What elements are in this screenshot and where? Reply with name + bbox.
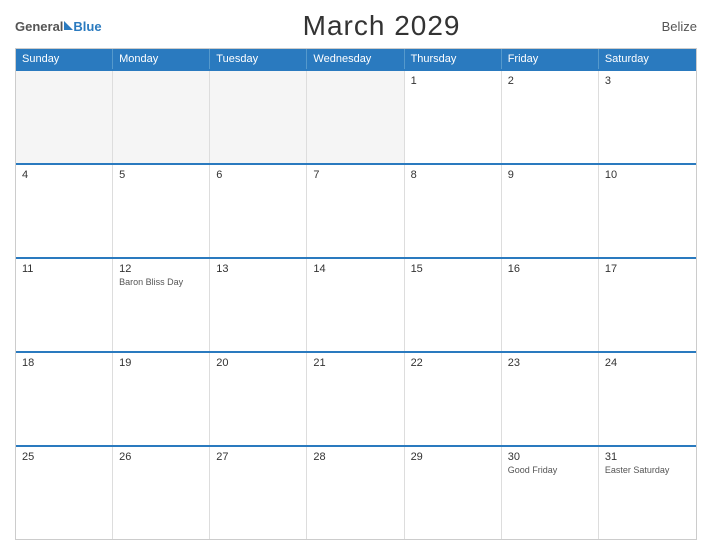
day-cell: 22 (405, 353, 502, 445)
logo-triangle-icon (64, 21, 73, 30)
day-number: 9 (508, 169, 592, 181)
day-cell: 16 (502, 259, 599, 351)
logo: General Blue (15, 17, 102, 35)
day-cell (16, 71, 113, 163)
day-number: 15 (411, 263, 495, 275)
day-headers-row: SundayMondayTuesdayWednesdayThursdayFrid… (16, 49, 696, 69)
day-number: 22 (411, 357, 495, 369)
calendar-grid: SundayMondayTuesdayWednesdayThursdayFrid… (15, 48, 697, 540)
day-header-monday: Monday (113, 49, 210, 69)
day-number: 8 (411, 169, 495, 181)
day-cell (307, 71, 404, 163)
day-cell: 14 (307, 259, 404, 351)
day-header-wednesday: Wednesday (307, 49, 404, 69)
day-number: 3 (605, 75, 690, 87)
week-row-5: 25 26 27 28 29 30 Good Friday 31 Easter Saturday (16, 445, 696, 539)
day-number: 24 (605, 357, 690, 369)
holiday-label: Baron Bliss Day (119, 277, 203, 289)
day-header-sunday: Sunday (16, 49, 113, 69)
day-cell: 29 (405, 447, 502, 539)
day-cell: 1 (405, 71, 502, 163)
day-number: 29 (411, 451, 495, 463)
day-cell: 23 (502, 353, 599, 445)
day-cell (113, 71, 210, 163)
day-cell: 9 (502, 165, 599, 257)
day-cell: 20 (210, 353, 307, 445)
day-cell: 13 (210, 259, 307, 351)
day-cell: 30 Good Friday (502, 447, 599, 539)
day-cell: 15 (405, 259, 502, 351)
day-header-thursday: Thursday (405, 49, 502, 69)
day-cell (210, 71, 307, 163)
day-number: 25 (22, 451, 106, 463)
day-cell: 28 (307, 447, 404, 539)
day-number: 5 (119, 169, 203, 181)
day-cell: 21 (307, 353, 404, 445)
day-number: 1 (411, 75, 495, 87)
day-cell: 25 (16, 447, 113, 539)
day-cell: 5 (113, 165, 210, 257)
day-cell: 3 (599, 71, 696, 163)
day-number: 27 (216, 451, 300, 463)
day-number: 6 (216, 169, 300, 181)
day-cell: 2 (502, 71, 599, 163)
day-cell: 31 Easter Saturday (599, 447, 696, 539)
week-row-3: 11 12 Baron Bliss Day 13 14 15 16 17 (16, 257, 696, 351)
day-cell: 4 (16, 165, 113, 257)
day-number: 21 (313, 357, 397, 369)
holiday-label: Easter Saturday (605, 465, 690, 477)
day-number: 12 (119, 263, 203, 275)
calendar-header: General Blue March 2029 Belize (15, 10, 697, 42)
day-cell: 26 (113, 447, 210, 539)
day-number: 4 (22, 169, 106, 181)
day-number: 13 (216, 263, 300, 275)
day-cell: 8 (405, 165, 502, 257)
day-cell: 24 (599, 353, 696, 445)
day-number: 30 (508, 451, 592, 463)
day-number: 17 (605, 263, 690, 275)
calendar-page: General Blue March 2029 Belize SundayMon… (0, 0, 712, 550)
day-cell: 12 Baron Bliss Day (113, 259, 210, 351)
day-header-tuesday: Tuesday (210, 49, 307, 69)
day-header-saturday: Saturday (599, 49, 696, 69)
day-cell: 7 (307, 165, 404, 257)
week-row-4: 18 19 20 21 22 23 24 (16, 351, 696, 445)
day-cell: 10 (599, 165, 696, 257)
day-cell: 18 (16, 353, 113, 445)
day-number: 16 (508, 263, 592, 275)
logo-general: General (15, 19, 63, 34)
month-title: March 2029 (303, 10, 461, 42)
day-number: 23 (508, 357, 592, 369)
day-header-friday: Friday (502, 49, 599, 69)
day-number: 10 (605, 169, 690, 181)
day-cell: 6 (210, 165, 307, 257)
day-number: 14 (313, 263, 397, 275)
day-cell: 17 (599, 259, 696, 351)
day-number: 28 (313, 451, 397, 463)
day-number: 20 (216, 357, 300, 369)
day-number: 18 (22, 357, 106, 369)
holiday-label: Good Friday (508, 465, 592, 477)
day-number: 31 (605, 451, 690, 463)
day-cell: 11 (16, 259, 113, 351)
week-row-2: 4 5 6 7 8 9 10 (16, 163, 696, 257)
day-number: 2 (508, 75, 592, 87)
country-label: Belize (662, 19, 697, 34)
logo-blue: Blue (73, 19, 101, 34)
day-number: 7 (313, 169, 397, 181)
day-cell: 19 (113, 353, 210, 445)
day-number: 26 (119, 451, 203, 463)
week-row-1: 1 2 3 (16, 69, 696, 163)
day-number: 11 (22, 263, 106, 275)
day-number: 19 (119, 357, 203, 369)
day-cell: 27 (210, 447, 307, 539)
weeks-container: 123456789101112Baron Bliss Day1314151617… (16, 69, 696, 539)
